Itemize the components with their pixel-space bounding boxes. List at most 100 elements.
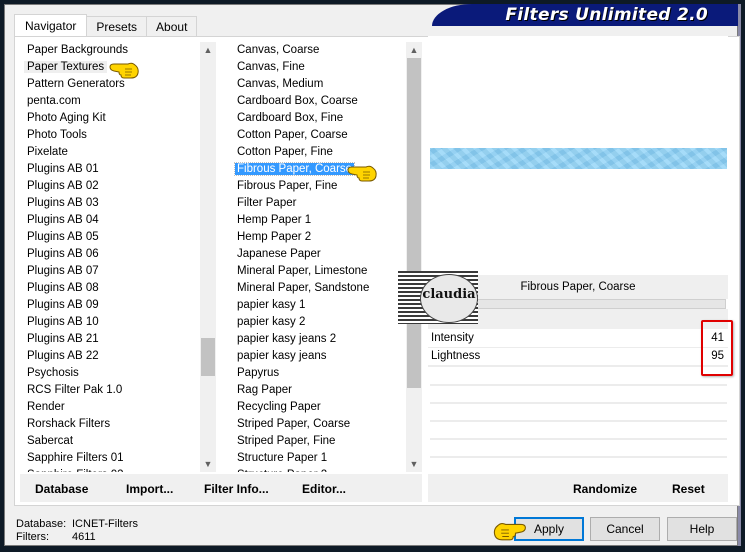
filter-scroll-thumb[interactable] [407, 58, 421, 388]
list-item-label: papier kasy jeans [237, 350, 327, 362]
list-item[interactable]: Plugins AB 21 [20, 331, 216, 348]
list-item[interactable]: Cotton Paper, Coarse [230, 127, 422, 144]
watermark-logo: claudia [398, 271, 478, 324]
list-item[interactable]: Striped Paper, Coarse [230, 416, 422, 433]
category-list-scrollbar[interactable]: ▲ ▼ [200, 42, 216, 472]
list-item-label: Cardboard Box, Fine [237, 112, 344, 124]
list-item[interactable]: Filter Paper [230, 195, 422, 212]
database-button[interactable]: Database [35, 474, 88, 504]
list-item[interactable]: Hemp Paper 2 [230, 229, 422, 246]
category-scroll-thumb[interactable] [201, 338, 215, 376]
status-filters: Filters: 4611 [16, 531, 96, 544]
list-item[interactable]: Psychosis [20, 365, 216, 382]
list-item[interactable]: Hemp Paper 1 [230, 212, 422, 229]
list-item[interactable]: Photo Tools [20, 127, 216, 144]
list-item[interactable]: Mineral Paper, Sandstone [230, 280, 422, 297]
list-item[interactable]: Rag Paper [230, 382, 422, 399]
status-filters-value: 4611 [72, 531, 96, 543]
list-item[interactable]: Render [20, 399, 216, 416]
list-item-label: Papyrus [237, 367, 280, 379]
list-item[interactable]: Plugins AB 22 [20, 348, 216, 365]
scroll-up-icon[interactable]: ▲ [200, 42, 216, 58]
list-item[interactable]: Pixelate [20, 144, 216, 161]
help-button[interactable]: Help [667, 517, 737, 541]
status-filters-label: Filters: [16, 531, 49, 543]
empty-parameter-slot [430, 402, 727, 404]
list-item[interactable]: Recycling Paper [230, 399, 422, 416]
list-item[interactable]: Canvas, Fine [230, 59, 422, 76]
list-item[interactable]: Fibrous Paper, Fine [230, 178, 422, 195]
scroll-down-icon[interactable]: ▼ [406, 456, 422, 472]
list-item[interactable]: Japanese Paper [230, 246, 422, 263]
list-item-label: Filter Paper [237, 197, 297, 209]
list-item[interactable]: Structure Paper 2 [230, 467, 422, 472]
list-item-label: Render [27, 401, 65, 413]
list-item[interactable]: papier kasy 2 [230, 314, 422, 331]
scroll-down-icon[interactable]: ▼ [200, 456, 216, 472]
cancel-button[interactable]: Cancel [590, 517, 660, 541]
list-item-label: Photo Tools [27, 129, 87, 141]
list-item-label: Cardboard Box, Coarse [237, 95, 358, 107]
parameter-command-bar: Randomize Reset [428, 474, 728, 502]
list-item-label: Plugins AB 02 [27, 180, 99, 192]
list-item[interactable]: Plugins AB 03 [20, 195, 216, 212]
editor-button[interactable]: Editor... [302, 474, 346, 504]
list-item[interactable]: Canvas, Coarse [230, 42, 422, 59]
list-item[interactable]: Sapphire Filters 01 [20, 450, 216, 467]
list-item[interactable]: Plugins AB 06 [20, 246, 216, 263]
list-item[interactable]: Canvas, Medium [230, 76, 422, 93]
list-item[interactable]: Plugins AB 09 [20, 297, 216, 314]
list-item[interactable]: Paper Backgrounds [20, 42, 216, 59]
list-item-label: penta.com [27, 95, 81, 107]
list-item[interactable]: penta.com [20, 93, 216, 110]
list-item[interactable]: Cardboard Box, Coarse [230, 93, 422, 110]
list-item[interactable]: papier kasy jeans [230, 348, 422, 365]
list-item-label: Rag Paper [237, 384, 292, 396]
list-item[interactable]: Plugins AB 02 [20, 178, 216, 195]
list-item-label: Rorshack Filters [27, 418, 111, 430]
list-item[interactable]: Fibrous Paper, Coarse [230, 161, 422, 178]
list-item[interactable]: Photo Aging Kit [20, 110, 216, 127]
filter-info-button[interactable]: Filter Info... [204, 474, 269, 504]
pointing-hand-icon [493, 522, 526, 541]
list-item-label: Plugins AB 01 [27, 163, 99, 175]
category-list[interactable]: Paper Backgrounds Paper Textures Pattern G… [20, 42, 216, 472]
list-item[interactable]: papier kasy 1 [230, 297, 422, 314]
list-item[interactable]: Cotton Paper, Fine [230, 144, 422, 161]
list-item[interactable]: Plugins AB 04 [20, 212, 216, 229]
texture-preview [430, 148, 727, 169]
list-item[interactable]: papier kasy jeans 2 [230, 331, 422, 348]
list-item[interactable]: Structure Paper 1 [230, 450, 422, 467]
randomize-button[interactable]: Randomize [573, 474, 637, 504]
list-item[interactable]: Plugins AB 07 [20, 263, 216, 280]
list-item[interactable]: Plugins AB 05 [20, 229, 216, 246]
list-item[interactable]: Sapphire Filters 02 [20, 467, 216, 472]
list-item[interactable]: Rorshack Filters [20, 416, 216, 433]
list-item[interactable]: Papyrus [230, 365, 422, 382]
filter-list-scrollbar[interactable]: ▲ ▼ [406, 42, 422, 472]
pointing-hand-icon [347, 165, 377, 182]
parameter-row-lightness[interactable]: Lightness 95 [428, 348, 728, 367]
list-item-label: Sapphire Filters 01 [27, 452, 124, 464]
filter-list[interactable]: Canvas, Coarse Canvas, Fine Canvas, Medium… [230, 42, 422, 472]
list-item[interactable]: Cardboard Box, Fine [230, 110, 422, 127]
import-button[interactable]: Import... [126, 474, 173, 504]
reset-button[interactable]: Reset [672, 474, 705, 504]
scroll-up-icon[interactable]: ▲ [406, 42, 422, 58]
list-item[interactable]: RCS Filter Pak 1.0 [20, 382, 216, 399]
list-item[interactable]: Plugins AB 10 [20, 314, 216, 331]
list-item-label: Striped Paper, Coarse [237, 418, 351, 430]
tab-navigator[interactable]: Navigator [14, 14, 88, 37]
list-item-label: Mineral Paper, Limestone [237, 265, 368, 277]
list-item[interactable]: Plugins AB 01 [20, 161, 216, 178]
tab-presets[interactable]: Presets [86, 16, 148, 37]
tab-about[interactable]: About [146, 16, 198, 37]
status-database-label: Database: [16, 518, 67, 530]
list-item[interactable]: Mineral Paper, Limestone [230, 263, 422, 280]
empty-parameter-slot [430, 438, 727, 440]
list-item[interactable]: Sabercat [20, 433, 216, 450]
list-item[interactable]: Plugins AB 08 [20, 280, 216, 297]
list-item-label: Striped Paper, Fine [237, 435, 336, 447]
list-item[interactable]: Striped Paper, Fine [230, 433, 422, 450]
parameter-row-intensity[interactable]: Intensity 41 [428, 330, 728, 349]
